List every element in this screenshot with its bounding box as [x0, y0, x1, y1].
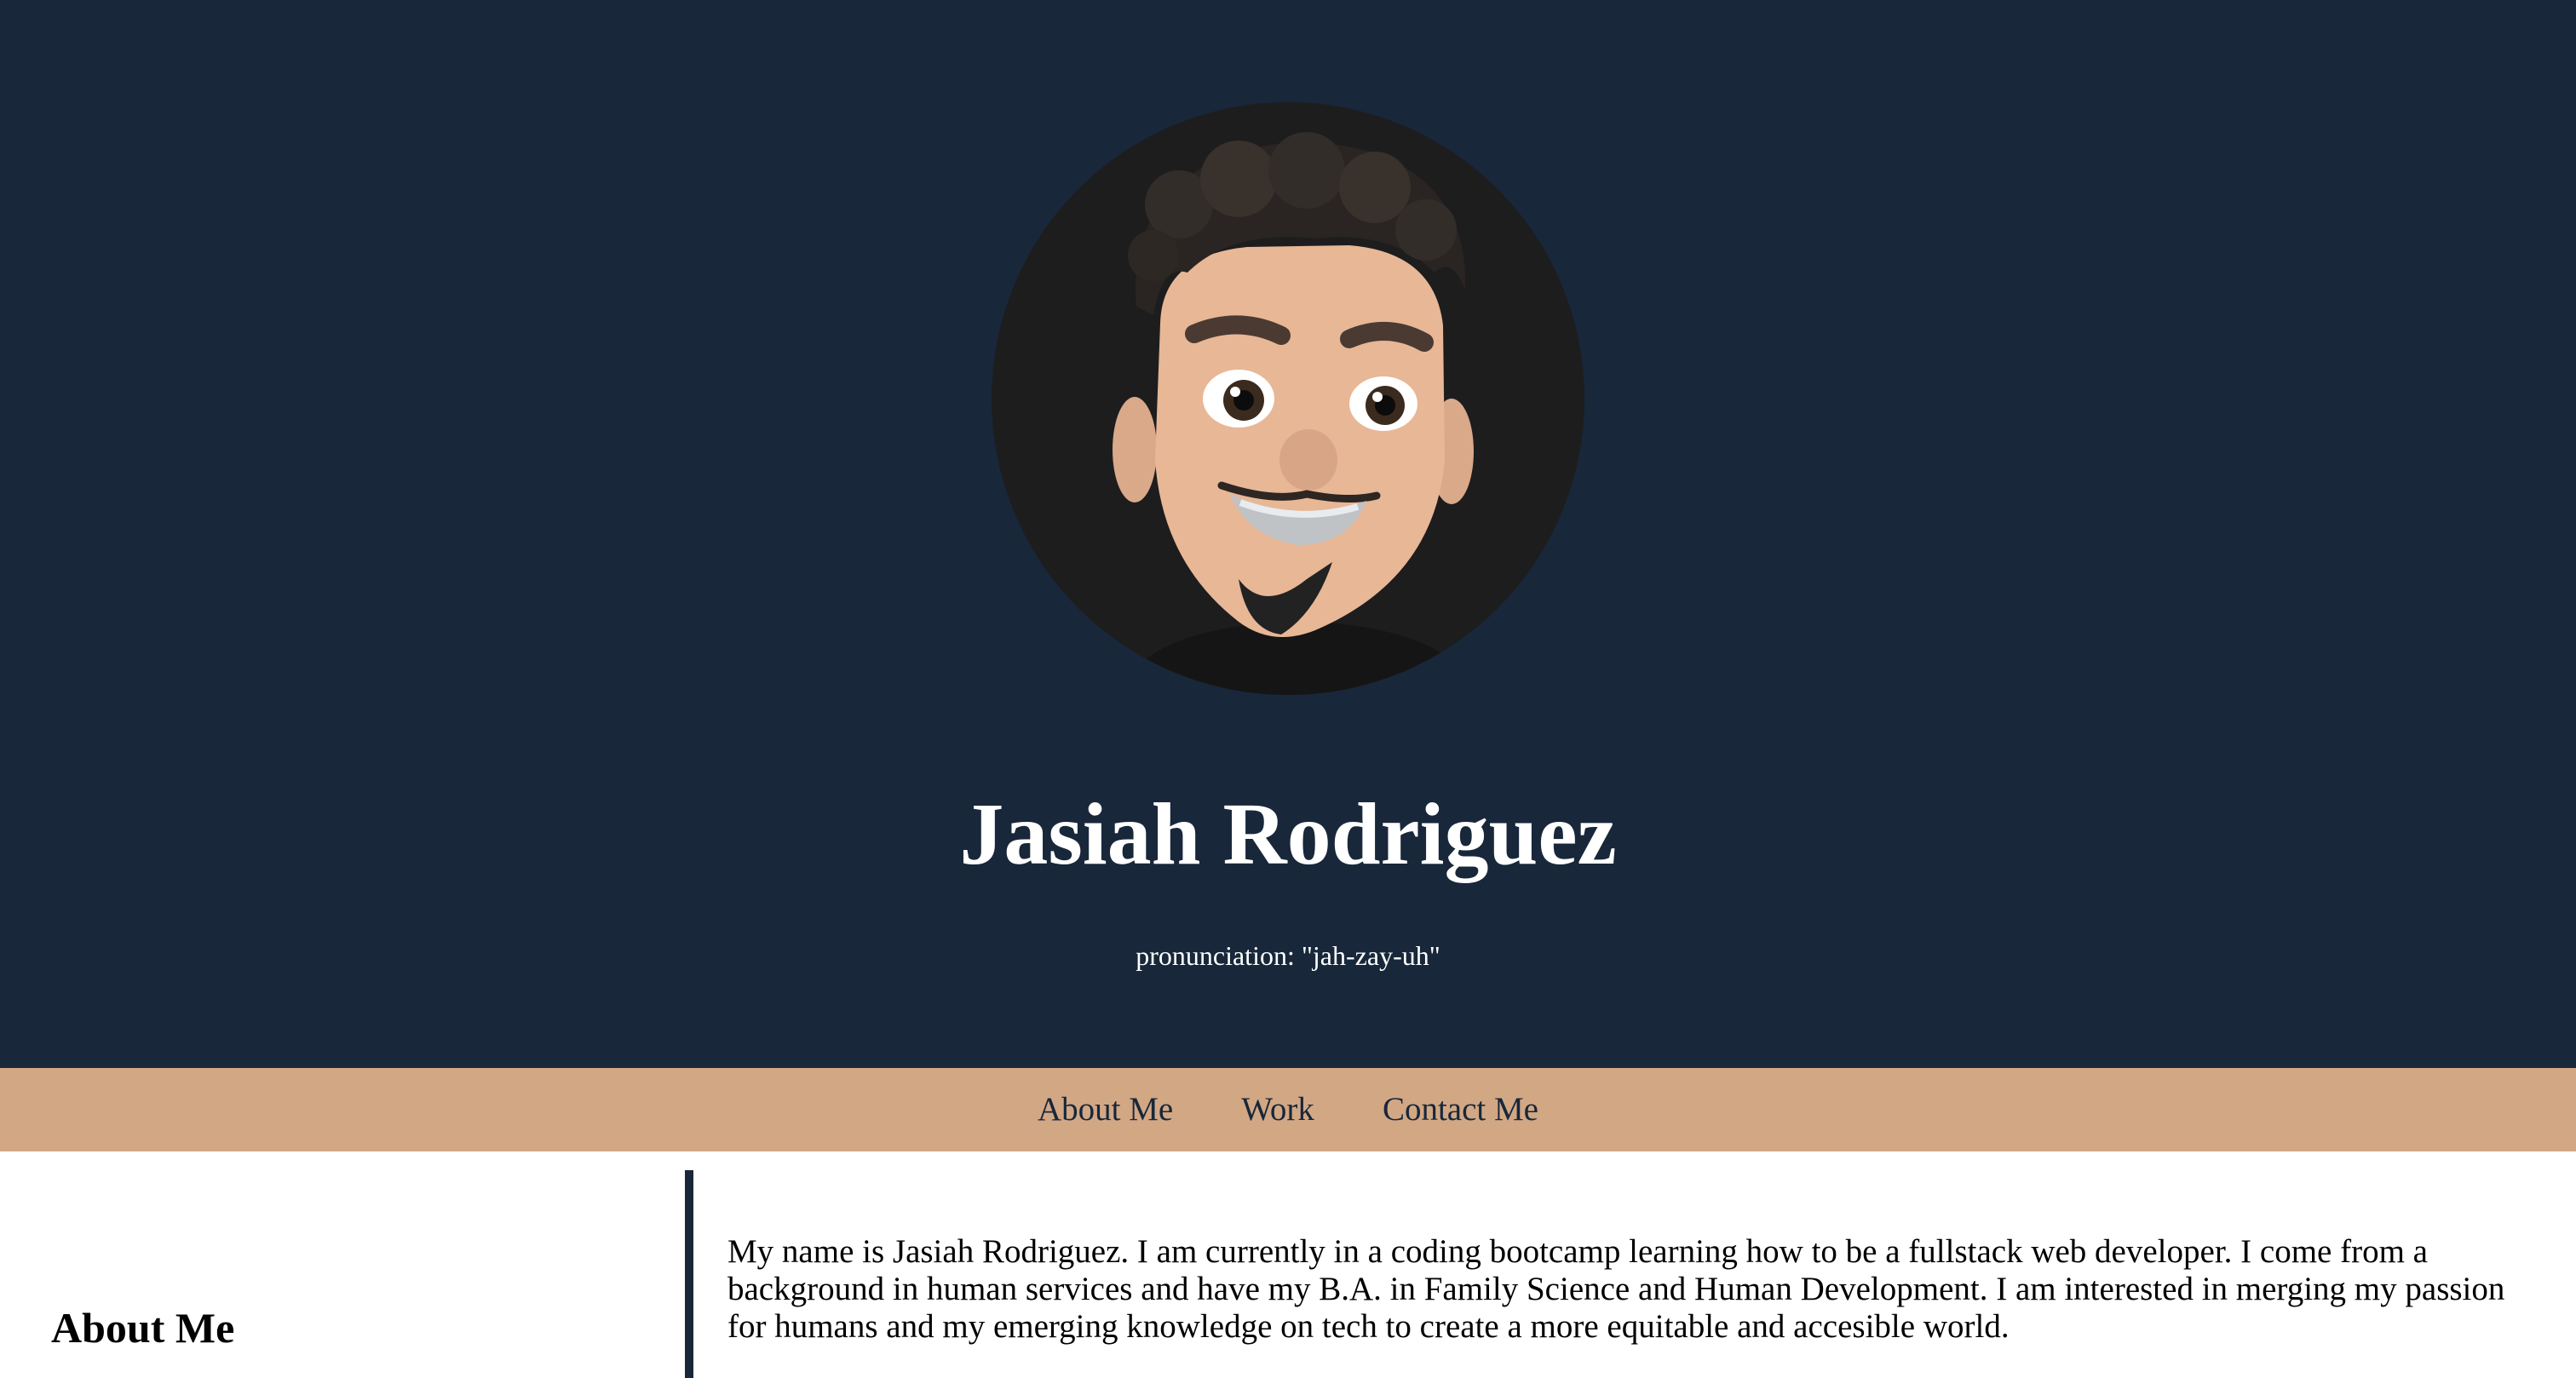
about-heading: About Me: [51, 1304, 235, 1352]
memoji-avatar-icon: [1113, 132, 1474, 695]
nav-link-contact-me[interactable]: Contact Me: [1383, 1068, 1538, 1151]
section-divider: [685, 1170, 693, 1378]
nav-link-work[interactable]: Work: [1241, 1068, 1314, 1151]
page-title: Jasiah Rodriguez: [959, 785, 1617, 883]
hero-header: Jasiah Rodriguez pronunciation: "jah-zay…: [0, 0, 2576, 1068]
about-paragraph: My name is Jasiah Rodriguez. I am curren…: [727, 1233, 2505, 1345]
main-nav: About Me Work Contact Me: [0, 1068, 2576, 1151]
pronunciation-text: pronunciation: "jah-zay-uh": [1136, 940, 1440, 971]
nav-link-about-me[interactable]: About Me: [1038, 1068, 1173, 1151]
profile-avatar: [992, 102, 1584, 695]
